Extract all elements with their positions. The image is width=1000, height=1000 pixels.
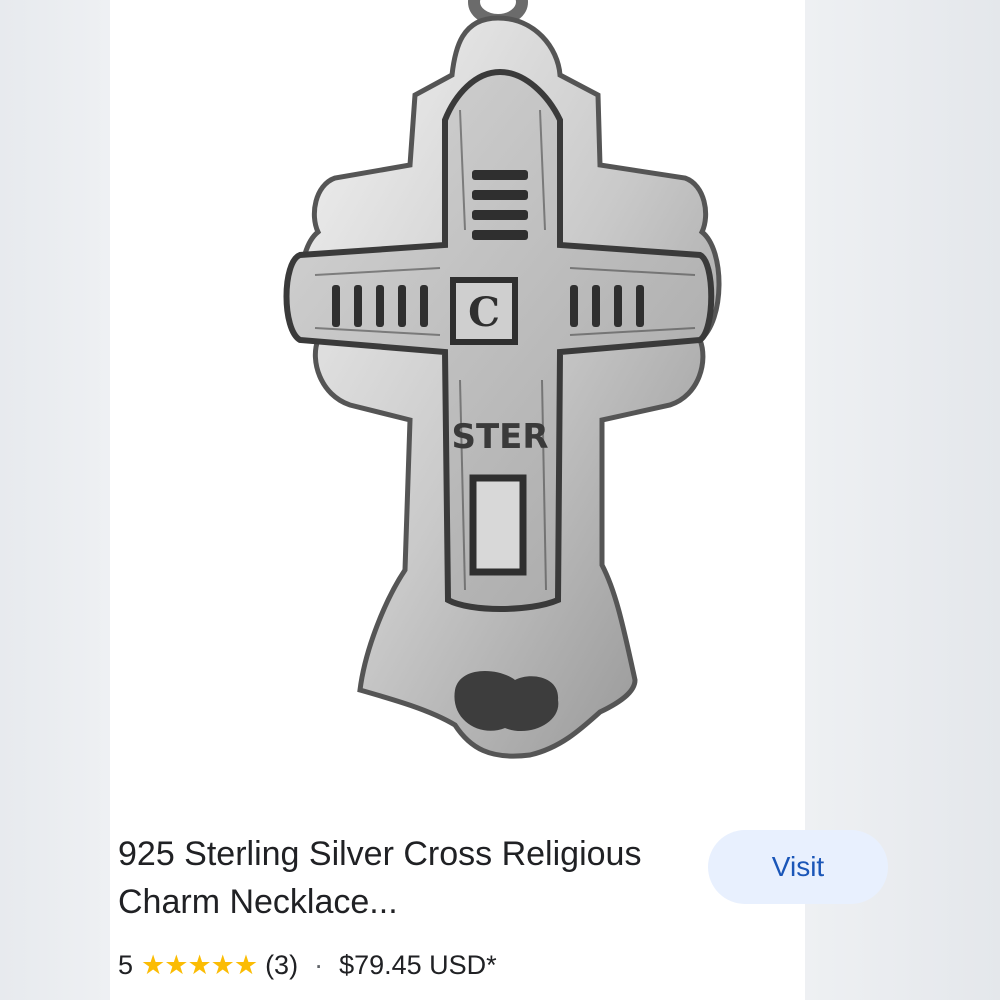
product-card[interactable]: C STER 925 Sterling Silver Cross Religio…: [110, 0, 888, 1000]
rating-price-row: 5 ★★★★★ (3) · $79.45 USD*: [118, 950, 497, 981]
product-image[interactable]: C STER: [110, 0, 805, 790]
visit-button[interactable]: Visit: [708, 830, 888, 904]
separator-dot: ·: [314, 950, 324, 980]
price: $79.45 USD*: [339, 950, 497, 980]
star-rating-icon: ★★★★★: [141, 950, 258, 980]
review-count[interactable]: (3): [265, 950, 298, 981]
lower-rectangle-engraving: [469, 474, 527, 576]
product-info: 925 Sterling Silver Cross Religious Char…: [110, 790, 888, 1000]
left-background-strip: [0, 0, 110, 1000]
ster-stamp: STER: [451, 417, 548, 457]
rating-value: 5: [118, 950, 134, 980]
product-title[interactable]: 925 Sterling Silver Cross Religious Char…: [118, 830, 678, 926]
cross-pendant-illustration: C STER: [283, 0, 722, 759]
center-letter: C: [468, 289, 500, 336]
bottom-blot: [454, 670, 559, 732]
